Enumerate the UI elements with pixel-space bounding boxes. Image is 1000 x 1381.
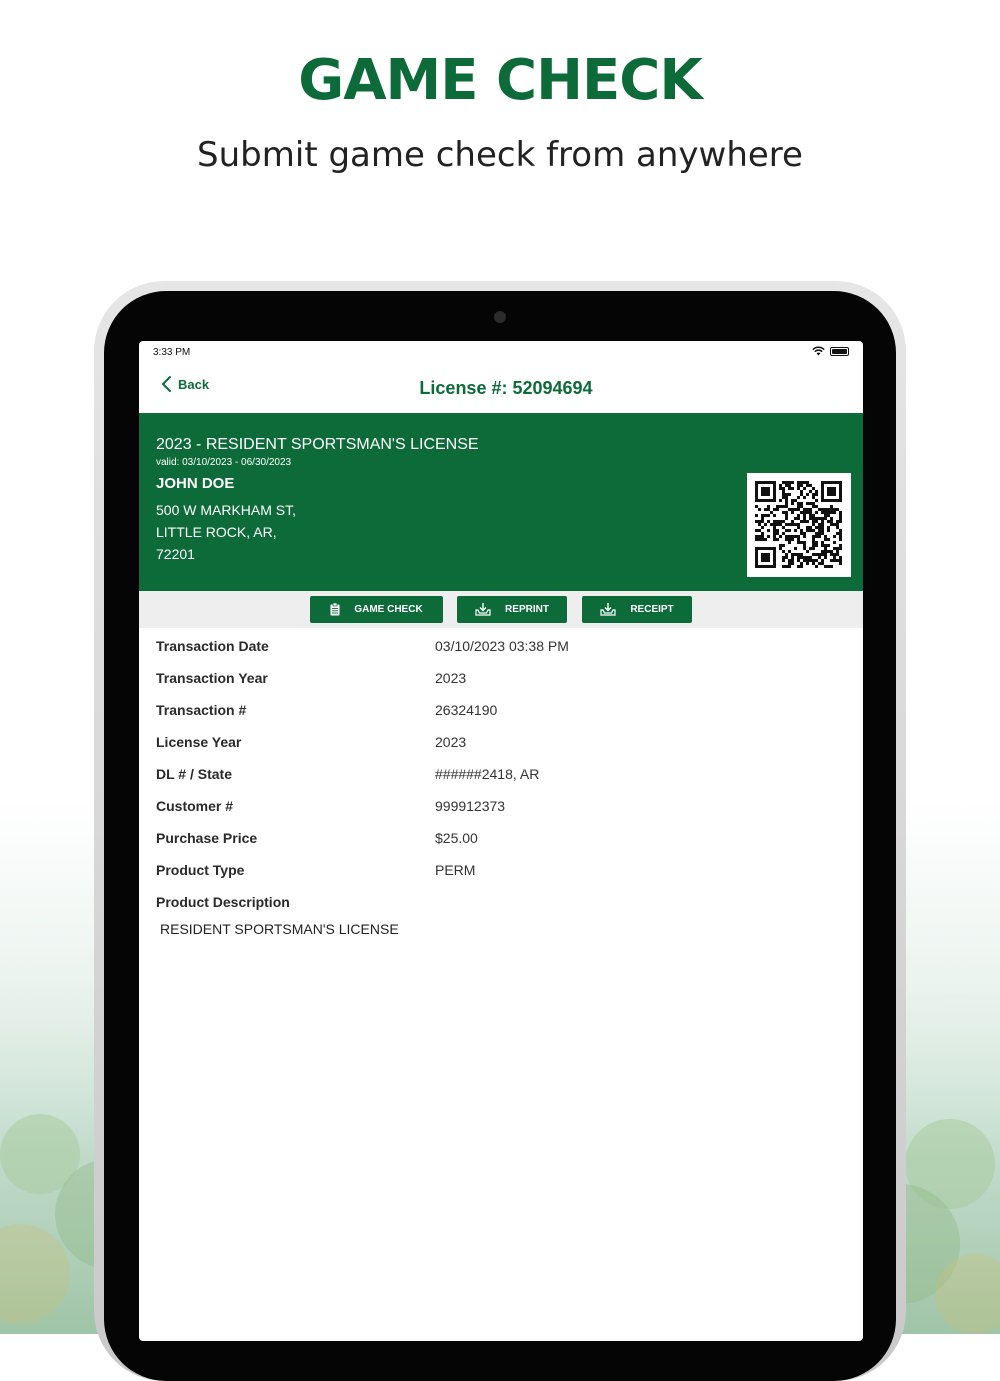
wifi-icon [812, 346, 825, 356]
detail-label: License Year [156, 734, 242, 750]
detail-row: DL # / State ######2418, AR [156, 766, 846, 786]
battery-icon [830, 346, 849, 356]
camera-icon [494, 311, 506, 323]
license-valid-dates: valid: 03/10/2023 - 06/30/2023 [156, 457, 292, 468]
nav-bar: Back License #: 52094694 [139, 363, 863, 413]
detail-row: Transaction Date 03/10/2023 03:38 PM [156, 638, 846, 658]
product-description-label: Product Description [156, 894, 290, 910]
detail-label: Customer # [156, 798, 234, 814]
detail-row: License Year 2023 [156, 734, 846, 754]
detail-label: Transaction # [156, 702, 247, 718]
promo-subheadline: Submit game check from anywhere [197, 135, 803, 175]
clipboard-icon [330, 603, 340, 616]
product-description-value: RESIDENT SPORTSMAN'S LICENSE [160, 921, 399, 937]
detail-label: Purchase Price [156, 830, 258, 846]
qr-code [747, 473, 851, 577]
license-name: 2023 - RESIDENT SPORTSMAN'S LICENSE [156, 436, 479, 453]
detail-row: Customer # 999912373 [156, 798, 846, 818]
detail-label: Transaction Date [156, 638, 269, 654]
detail-label: Transaction Year [156, 670, 268, 686]
detail-value: 2023 [435, 734, 467, 750]
detail-value: 2023 [435, 670, 467, 686]
tray-download-icon [600, 603, 616, 616]
game-check-button[interactable]: GAME CHECK [310, 596, 443, 623]
detail-row: Purchase Price $25.00 [156, 830, 846, 850]
reprint-label: REPRINT [505, 604, 549, 615]
license-holder-name: JOHN DOE [156, 475, 235, 492]
status-bar: 3:33 PM [139, 341, 863, 363]
tray-download-icon [475, 603, 491, 616]
app-screen: 3:33 PM Back License #: 52094694 2023 - … [139, 341, 863, 1341]
detail-value: ######2418, AR [435, 766, 540, 782]
detail-label: Product Type [156, 862, 245, 878]
detail-label: DL # / State [156, 766, 232, 782]
page-title: License #: 52094694 [419, 378, 593, 398]
detail-value: PERM [435, 862, 476, 878]
reprint-button[interactable]: REPRINT [457, 596, 567, 623]
address-line-1: 500 W MARKHAM ST, [156, 502, 297, 518]
action-bar: GAME CHECK REPRINT RECEIPT [139, 591, 863, 628]
status-time: 3:33 PM [153, 347, 191, 358]
detail-value: 26324190 [435, 702, 498, 718]
detail-value: $25.00 [435, 830, 478, 846]
detail-row: Transaction # 26324190 [156, 702, 846, 722]
detail-row: Product Type PERM [156, 862, 846, 882]
receipt-button[interactable]: RECEIPT [582, 596, 692, 623]
detail-value: 999912373 [435, 798, 506, 814]
promo-headline: GAME CHECK [298, 48, 703, 113]
license-card: 2023 - RESIDENT SPORTSMAN'S LICENSE vali… [139, 413, 863, 591]
receipt-label: RECEIPT [630, 604, 674, 615]
qr-code-icon [755, 481, 842, 568]
detail-value: 03/10/2023 03:38 PM [435, 638, 569, 654]
address-line-2: LITTLE ROCK, AR, [156, 524, 277, 540]
detail-row: Transaction Year 2023 [156, 670, 846, 690]
address-line-3: 72201 [156, 546, 195, 562]
game-check-label: GAME CHECK [354, 604, 423, 615]
status-icons [812, 346, 849, 356]
